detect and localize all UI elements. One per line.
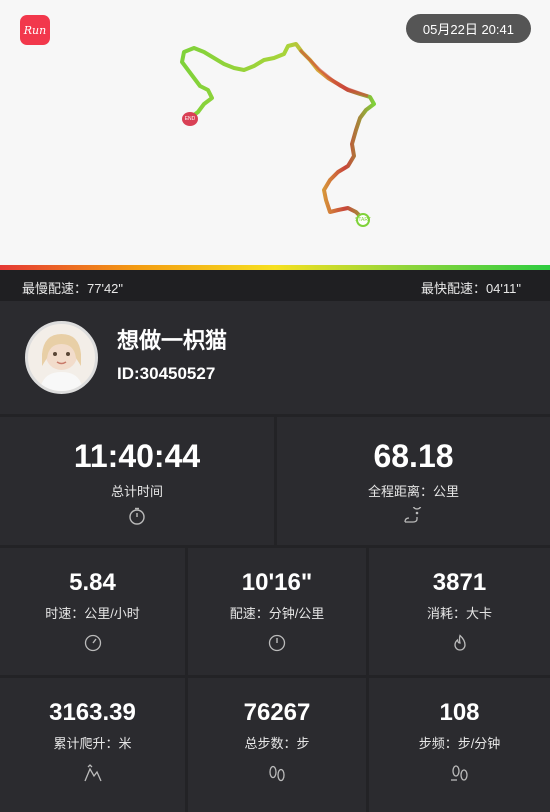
cadence-value: 108 (439, 699, 480, 726)
stat-calories: 3871 消耗：大卡 (369, 569, 550, 652)
stat-pace: 10'16" 配速：分钟/公里 (188, 569, 366, 652)
stat-climb: 3163.39 累计爬升：米 (0, 699, 185, 782)
total-time-label: 总计时间 (110, 484, 163, 499)
distance-label: 全程距离：公里 (367, 484, 459, 499)
datetime-badge: 05月22日 20:41 (405, 14, 531, 43)
username: 想做一枳猫 (117, 328, 228, 353)
user-id: ID:30450527 (117, 364, 216, 383)
speed-label: 时速：公里/小时 (45, 606, 140, 621)
footprints-icon (269, 765, 285, 782)
route-map[interactable]: END START Run 05月22日 20:41 (0, 0, 550, 265)
stat-speed: 5.84 时速：公里/小时 (0, 569, 185, 652)
avatar[interactable] (25, 321, 98, 394)
speed-value: 5.84 (69, 569, 116, 596)
pace-value: 10'16" (241, 569, 313, 596)
pace-label: 配速：分钟/公里 (229, 606, 325, 621)
cadence-label: 步频：步/分钟 (418, 736, 501, 751)
mountain-icon (83, 764, 102, 782)
speedometer-icon (84, 634, 101, 652)
climb-value: 3163.39 (49, 699, 136, 726)
grid-divider (0, 545, 550, 548)
app-logo: Run (20, 15, 50, 45)
stopwatch-icon (129, 507, 145, 525)
avatar-picture (40, 334, 83, 391)
total-time-value: 11:40:44 (73, 438, 201, 474)
stat-cadence: 108 步频：步/分钟 (369, 699, 550, 782)
flame-icon (453, 634, 466, 651)
steps-value: 76267 (243, 699, 311, 726)
stride-icon (450, 765, 468, 781)
grid-divider (0, 675, 550, 678)
start-marker: START (355, 213, 371, 227)
end-marker: END (182, 112, 198, 126)
pace-summary-bar: 最慢配速：77'42" 最快配速：04'11" (0, 270, 550, 301)
distance-value: 68.18 (373, 438, 454, 474)
fastest-pace-label: 最快配速：04'11" (420, 281, 521, 296)
route-pin-icon (403, 507, 421, 523)
steps-label: 总步数：步 (244, 736, 310, 751)
stat-total-time: 11:40:44 总计时间 (0, 438, 274, 525)
stat-distance: 68.18 全程距离：公里 (277, 438, 550, 525)
calories-value: 3871 (432, 569, 487, 596)
slowest-pace-label: 最慢配速：77'42" (22, 281, 124, 296)
calories-label: 消耗：大卡 (426, 606, 492, 621)
user-profile: 想做一枳猫 ID:30450527 (0, 301, 550, 414)
pace-dial-icon (268, 634, 286, 652)
climb-label: 累计爬升：米 (53, 736, 132, 751)
stat-steps: 76267 总步数：步 (188, 699, 366, 782)
